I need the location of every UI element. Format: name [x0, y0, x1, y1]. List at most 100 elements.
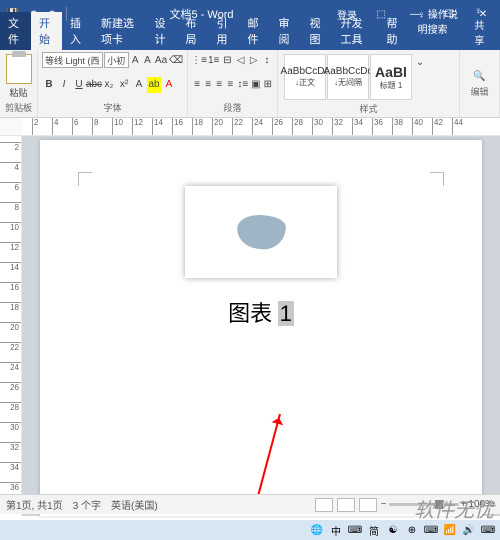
paste-button[interactable]: 粘贴	[9, 86, 27, 99]
tab-references[interactable]: 引用	[209, 12, 240, 50]
vertical-ruler[interactable]: 24681012141618202224262830323436	[0, 136, 22, 516]
tray-icon[interactable]: 简	[366, 522, 382, 538]
shading-button[interactable]: ▣	[250, 77, 261, 93]
bullets-button[interactable]: ⋮≡	[192, 52, 206, 68]
tray-icon[interactable]: ⌨	[423, 522, 439, 538]
ruler-tick: 26	[0, 382, 21, 392]
horizontal-ruler[interactable]: 2468101214161820222426283032343638404244	[22, 118, 500, 135]
tray-icon[interactable]: ☯	[385, 522, 401, 538]
style-heading1[interactable]: AaBl 标题 1	[370, 54, 412, 100]
view-print-button[interactable]	[337, 498, 355, 512]
justify-button[interactable]: ≡	[225, 77, 235, 93]
zoom-in-button[interactable]: +	[461, 499, 467, 510]
ruler-tick: 4	[52, 118, 58, 135]
decrease-indent-button[interactable]: ◁	[235, 52, 247, 68]
ruler-tick: 32	[332, 118, 343, 135]
style-normal[interactable]: AaBbCcDc ↓正文	[284, 54, 326, 100]
image-caption[interactable]: 图表 1	[85, 296, 437, 328]
italic-button[interactable]: I	[57, 77, 71, 93]
status-wordcount[interactable]: 3 个字	[73, 497, 101, 512]
style-nospacing[interactable]: AaBbCcDc ↓无间隔	[327, 54, 369, 100]
ruler-tick: 34	[352, 118, 363, 135]
grow-font-button[interactable]: A	[130, 52, 141, 68]
increase-indent-button[interactable]: ▷	[248, 52, 260, 68]
tray-icon[interactable]: ⌨	[480, 522, 496, 538]
ruler-tick: 36	[372, 118, 383, 135]
tell-me-search[interactable]: ♀ 操作说明搜索	[410, 3, 467, 50]
align-center-button[interactable]: ≡	[203, 77, 213, 93]
tab-mail[interactable]: 邮件	[240, 12, 271, 50]
font-size-selector[interactable]: 小初	[104, 52, 128, 68]
ruler-tick: 2	[0, 142, 21, 152]
font-color-button[interactable]: A	[162, 77, 176, 93]
ruler-tick: 16	[172, 118, 183, 135]
tab-file[interactable]: 文件	[0, 12, 31, 50]
group-label-font: 字体	[42, 101, 183, 115]
sort-button[interactable]: ↕	[261, 52, 273, 68]
view-read-button[interactable]	[315, 498, 333, 512]
tray-icon[interactable]: 中	[328, 522, 344, 538]
tab-insert[interactable]: 插入	[62, 12, 93, 50]
inserted-image[interactable]	[185, 186, 337, 278]
ruler-tick: 28	[0, 402, 21, 412]
tab-layout[interactable]: 布局	[178, 12, 209, 50]
tab-design[interactable]: 设计	[147, 12, 178, 50]
styles-more-button[interactable]: ⌄	[413, 54, 427, 70]
change-case-button[interactable]: Aa	[154, 52, 168, 68]
ruler-corner	[0, 118, 22, 135]
zoom-level[interactable]: 100%	[468, 499, 494, 510]
align-right-button[interactable]: ≡	[214, 77, 224, 93]
borders-button[interactable]: ⊞	[263, 77, 273, 93]
ruler-tick: 8	[0, 202, 21, 212]
tab-newtab[interactable]: 新建选项卡	[93, 12, 147, 50]
caption-label: 图表	[228, 301, 272, 326]
ruler-tick: 10	[112, 118, 123, 135]
crop-mark-icon	[430, 172, 444, 186]
status-page[interactable]: 第1页, 共1页	[6, 497, 63, 512]
underline-button[interactable]: U	[72, 77, 86, 93]
status-language[interactable]: 英语(美国)	[111, 497, 158, 512]
tab-home[interactable]: 开始	[31, 12, 62, 50]
zoom-out-button[interactable]: −	[381, 499, 387, 510]
tab-help[interactable]: 帮助	[379, 12, 410, 50]
share-button[interactable]: ♀ 共享	[466, 3, 500, 50]
tray-icon[interactable]: ⊕	[404, 522, 420, 538]
font-name-selector[interactable]: 等线 Light (西	[42, 52, 103, 68]
zoom-slider[interactable]	[389, 503, 459, 506]
tab-dev[interactable]: 开发工具	[333, 12, 379, 50]
multilevel-button[interactable]: ⊟	[221, 52, 233, 68]
paste-icon[interactable]	[6, 54, 32, 84]
tray-icon[interactable]: ⌨	[347, 522, 363, 538]
ruler-tick: 26	[272, 118, 283, 135]
text-effects-button[interactable]: A	[132, 77, 146, 93]
bold-button[interactable]: B	[42, 77, 56, 93]
clear-format-button[interactable]: ⌫	[169, 52, 183, 68]
ruler-tick: 20	[212, 118, 223, 135]
subscript-button[interactable]: x₂	[102, 77, 116, 93]
ruler-tick: 6	[0, 182, 21, 192]
ruler-tick: 42	[432, 118, 443, 135]
numbering-button[interactable]: 1≡	[207, 52, 220, 68]
strike-button[interactable]: abc	[87, 77, 101, 93]
tray-icon[interactable]: 🔊	[461, 522, 477, 538]
ruler-tick: 22	[0, 342, 21, 352]
ruler-tick: 18	[192, 118, 203, 135]
crop-mark-icon	[78, 172, 92, 186]
tab-view[interactable]: 视图	[302, 12, 333, 50]
ruler-tick: 32	[0, 442, 21, 452]
tray-icon[interactable]: 🌐	[309, 522, 325, 538]
tray-icon[interactable]: 📶	[442, 522, 458, 538]
ruler-tick: 24	[0, 362, 21, 372]
shrink-font-button[interactable]: A	[142, 52, 153, 68]
find-button[interactable]: 🔍	[473, 69, 487, 85]
view-web-button[interactable]	[359, 498, 377, 512]
align-left-button[interactable]: ≡	[192, 77, 202, 93]
ruler-tick: 34	[0, 462, 21, 472]
superscript-button[interactable]: x²	[117, 77, 131, 93]
line-spacing-button[interactable]: ↕≡	[236, 77, 249, 93]
shape-blob-icon	[235, 212, 287, 252]
highlight-button[interactable]: ab	[147, 77, 161, 93]
ruler-tick: 6	[72, 118, 78, 135]
document-page[interactable]: 图表 1	[40, 140, 482, 516]
tab-review[interactable]: 审阅	[271, 12, 302, 50]
